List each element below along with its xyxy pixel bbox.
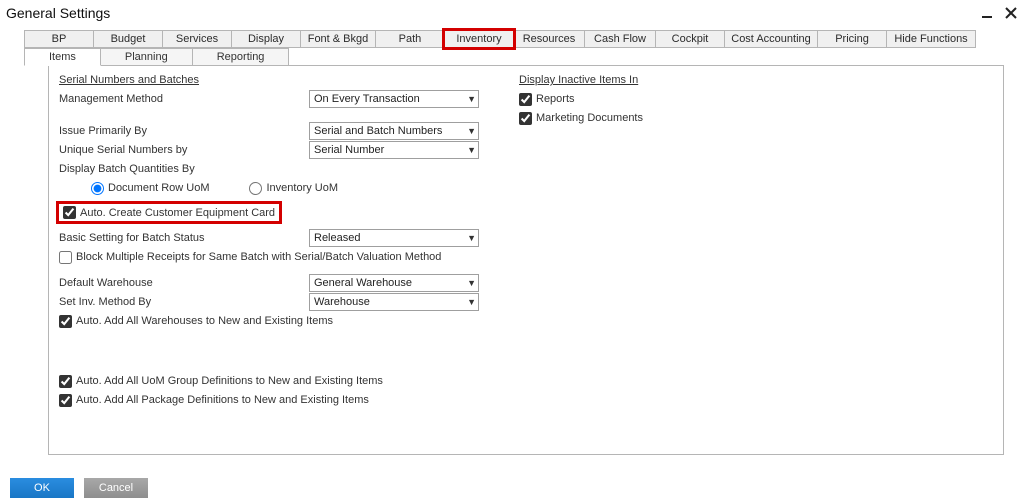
marketing-docs-input[interactable] <box>519 112 532 125</box>
chevron-down-icon: ▼ <box>467 94 476 104</box>
reports-label: Reports <box>536 93 575 105</box>
minimize-icon[interactable] <box>980 6 994 20</box>
tab-cockpit[interactable]: Cockpit <box>655 30 725 48</box>
tab-hide-functions[interactable]: Hide Functions <box>886 30 976 48</box>
auto-create-card-input[interactable] <box>63 206 76 219</box>
set-inv-method-label: Set Inv. Method By <box>59 296 309 308</box>
tab-cost-accounting[interactable]: Cost Accounting <box>724 30 818 48</box>
chevron-down-icon: ▼ <box>467 126 476 136</box>
cancel-button[interactable]: Cancel <box>84 478 148 498</box>
top-tabs: BPBudgetServicesDisplayFont & BkgdPathIn… <box>0 26 1024 48</box>
tab-bp[interactable]: BP <box>24 30 94 48</box>
window-title: General Settings <box>6 5 110 21</box>
auto-add-warehouses-label: Auto. Add All Warehouses to New and Exis… <box>76 315 333 327</box>
management-method-select[interactable]: On Every Transaction ▼ <box>309 90 479 108</box>
block-multiple-receipts-label: Block Multiple Receipts for Same Batch w… <box>76 251 441 263</box>
subtab-planning[interactable]: Planning <box>100 48 193 66</box>
reports-input[interactable] <box>519 93 532 106</box>
chevron-down-icon: ▼ <box>467 297 476 307</box>
auto-add-package-input[interactable] <box>59 394 72 407</box>
auto-add-uom-group-input[interactable] <box>59 375 72 388</box>
tab-path[interactable]: Path <box>375 30 445 48</box>
marketing-docs-label: Marketing Documents <box>536 112 643 124</box>
default-warehouse-select[interactable]: General Warehouse ▼ <box>309 274 479 292</box>
subtab-reporting[interactable]: Reporting <box>192 48 290 66</box>
auto-add-warehouses-input[interactable] <box>59 315 72 328</box>
auto-add-warehouses-check[interactable]: Auto. Add All Warehouses to New and Exis… <box>59 315 333 328</box>
issue-primarily-value: Serial and Batch Numbers <box>314 125 442 137</box>
tab-cash-flow[interactable]: Cash Flow <box>584 30 656 48</box>
auto-add-uom-group-check[interactable]: Auto. Add All UoM Group Definitions to N… <box>59 375 383 388</box>
management-method-value: On Every Transaction <box>314 93 420 105</box>
close-icon[interactable] <box>1004 6 1018 20</box>
marketing-docs-check[interactable]: Marketing Documents <box>519 112 643 125</box>
radio-doc-row-uom[interactable]: Document Row UoM <box>91 182 209 195</box>
issue-primarily-select[interactable]: Serial and Batch Numbers ▼ <box>309 122 479 140</box>
reports-check[interactable]: Reports <box>519 93 575 106</box>
set-inv-method-value: Warehouse <box>314 296 370 308</box>
set-inv-method-select[interactable]: Warehouse ▼ <box>309 293 479 311</box>
display-inactive-header: Display Inactive Items In <box>519 74 993 86</box>
unique-serial-value: Serial Number <box>314 144 384 156</box>
default-warehouse-label: Default Warehouse <box>59 277 309 289</box>
chevron-down-icon: ▼ <box>467 233 476 243</box>
tab-budget[interactable]: Budget <box>93 30 163 48</box>
radio-inventory-uom[interactable]: Inventory UoM <box>249 182 338 195</box>
basic-batch-status-label: Basic Setting for Batch Status <box>59 232 309 244</box>
default-warehouse-value: General Warehouse <box>314 277 412 289</box>
tab-pricing[interactable]: Pricing <box>817 30 887 48</box>
display-batch-qty-label: Display Batch Quantities By <box>59 163 195 175</box>
titlebar: General Settings <box>0 0 1024 26</box>
radio-inventory-uom-label: Inventory UoM <box>266 182 338 194</box>
unique-serial-select[interactable]: Serial Number ▼ <box>309 141 479 159</box>
serial-batch-header: Serial Numbers and Batches <box>59 74 489 86</box>
settings-panel: Serial Numbers and Batches Management Me… <box>48 65 1004 455</box>
block-multiple-receipts-check[interactable]: Block Multiple Receipts for Same Batch w… <box>59 251 441 264</box>
auto-add-package-check[interactable]: Auto. Add All Package Definitions to New… <box>59 394 369 407</box>
tab-services[interactable]: Services <box>162 30 232 48</box>
sub-tabs: ItemsPlanningReporting <box>24 48 1014 66</box>
tab-inventory[interactable]: Inventory <box>444 30 514 48</box>
auto-create-card-label: Auto. Create Customer Equipment Card <box>80 207 275 219</box>
radio-inventory-uom-input[interactable] <box>249 182 262 195</box>
management-method-label: Management Method <box>59 93 309 105</box>
tab-resources[interactable]: Resources <box>513 30 585 48</box>
unique-serial-label: Unique Serial Numbers by <box>59 144 309 156</box>
basic-batch-status-value: Released <box>314 232 360 244</box>
auto-add-uom-group-label: Auto. Add All UoM Group Definitions to N… <box>76 375 383 387</box>
radio-doc-row-uom-input[interactable] <box>91 182 104 195</box>
chevron-down-icon: ▼ <box>467 145 476 155</box>
block-multiple-receipts-input[interactable] <box>59 251 72 264</box>
tab-font-bkgd[interactable]: Font & Bkgd <box>300 30 376 48</box>
auto-add-package-label: Auto. Add All Package Definitions to New… <box>76 394 369 406</box>
subtab-items[interactable]: Items <box>24 48 101 66</box>
chevron-down-icon: ▼ <box>467 278 476 288</box>
ok-button[interactable]: OK <box>10 478 74 498</box>
issue-primarily-label: Issue Primarily By <box>59 125 309 137</box>
auto-create-card-check[interactable]: Auto. Create Customer Equipment Card <box>63 206 275 219</box>
radio-doc-row-uom-label: Document Row UoM <box>108 182 209 194</box>
basic-batch-status-select[interactable]: Released ▼ <box>309 229 479 247</box>
tab-display[interactable]: Display <box>231 30 301 48</box>
button-bar: OK Cancel <box>10 478 148 498</box>
